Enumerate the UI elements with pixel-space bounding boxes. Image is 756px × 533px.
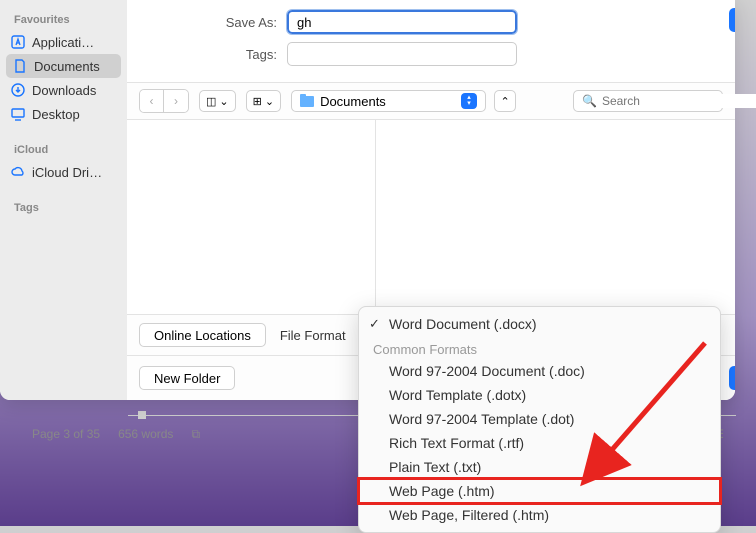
format-option[interactable]: Word 97-2004 Document (.doc) [359, 359, 720, 383]
sidebar-header-icloud: iCloud [0, 138, 127, 160]
sidebar-item-downloads[interactable]: Downloads [0, 78, 127, 102]
save-as-label: Save As: [147, 15, 287, 30]
chevron-up-icon: ⌃ [500, 95, 509, 108]
sidebar-item-icloud-drive[interactable]: iCloud Dri… [0, 160, 127, 184]
cloud-icon [10, 164, 26, 180]
sidebar-header-favourites: Favourites [0, 8, 127, 30]
location-label: Documents [320, 94, 386, 109]
sidebar: Favourites Applicati… Documents Download… [0, 0, 127, 400]
tags-label: Tags: [147, 47, 287, 62]
download-icon [10, 82, 26, 98]
file-format-dropdown: Word Document (.docx) Common Formats Wor… [358, 306, 721, 533]
search-box[interactable]: 🔍 [573, 90, 723, 112]
format-option[interactable]: Plain Text (.txt) [359, 455, 720, 479]
desktop-icon [10, 106, 26, 122]
format-option-highlighted[interactable]: Web Page (.htm) [359, 479, 720, 503]
collapse-button[interactable]: ⌃ [494, 90, 516, 112]
format-option[interactable]: Word 97-2004 Template (.dot) [359, 407, 720, 431]
stepper-icon: ▴▾ [461, 93, 477, 109]
toolbar: ‹ › ◫⌄ ⊞⌄ Documents ▴▾ ⌃ 🔍 [127, 82, 735, 120]
format-option[interactable]: Word Template (.dotx) [359, 383, 720, 407]
file-format-label: File Format [280, 328, 346, 343]
app-icon [10, 34, 26, 50]
chevron-right-icon: › [174, 94, 178, 108]
search-input[interactable] [602, 94, 756, 108]
primary-action-edge[interactable] [729, 8, 735, 32]
sidebar-item-desktop[interactable]: Desktop [0, 102, 127, 126]
file-browser[interactable] [127, 120, 735, 314]
chevron-down-icon: ⌄ [265, 95, 274, 108]
sidebar-item-label: iCloud Dri… [32, 165, 102, 180]
sidebar-header-tags: Tags [0, 196, 127, 218]
primary-action-edge[interactable] [729, 366, 735, 390]
tags-input[interactable] [287, 42, 517, 66]
format-option[interactable]: Web Page, Filtered (.htm) [359, 503, 720, 527]
sidebar-item-label: Downloads [32, 83, 96, 98]
view-columns-button[interactable]: ◫⌄ [199, 90, 236, 112]
format-option-selected[interactable]: Word Document (.docx) [359, 312, 720, 336]
document-icon [12, 58, 28, 74]
nav-buttons: ‹ › [139, 89, 189, 113]
back-button[interactable]: ‹ [140, 90, 164, 112]
online-locations-button[interactable]: Online Locations [139, 323, 266, 347]
location-dropdown[interactable]: Documents ▴▾ [291, 90, 486, 112]
columns-icon: ◫ [206, 95, 216, 108]
sidebar-item-applications[interactable]: Applicati… [0, 30, 127, 54]
chevron-left-icon: ‹ [150, 94, 154, 108]
group-button[interactable]: ⊞⌄ [246, 90, 281, 112]
grid-icon: ⊞ [253, 95, 262, 108]
save-as-input[interactable] [287, 10, 517, 34]
forward-button[interactable]: › [164, 90, 188, 112]
new-folder-button[interactable]: New Folder [139, 366, 235, 390]
sidebar-item-documents[interactable]: Documents [6, 54, 121, 78]
dropdown-header: Common Formats [359, 336, 720, 359]
sidebar-item-label: Applicati… [32, 35, 94, 50]
sidebar-item-label: Desktop [32, 107, 80, 122]
search-icon: 🔍 [582, 94, 597, 108]
layout-icon[interactable]: ⧉ [191, 427, 200, 442]
word-count: 656 words [118, 427, 173, 441]
sidebar-item-label: Documents [34, 59, 100, 74]
format-option[interactable]: Rich Text Format (.rtf) [359, 431, 720, 455]
page-indicator: Page 3 of 35 [32, 427, 100, 441]
chevron-down-icon: ⌄ [219, 95, 228, 108]
folder-icon [300, 96, 314, 107]
